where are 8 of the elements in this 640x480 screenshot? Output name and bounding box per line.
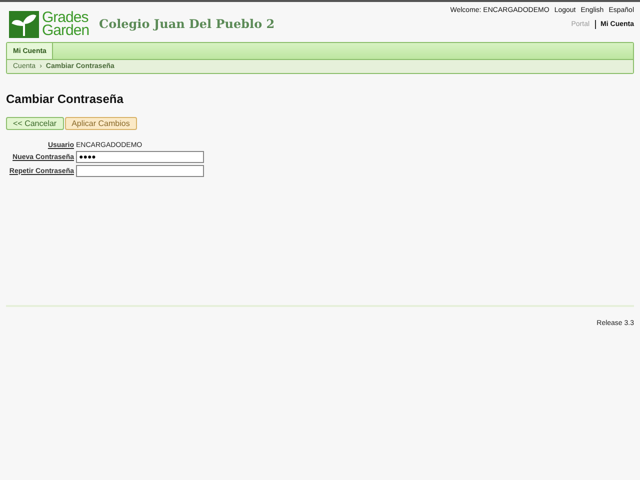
cancel-button[interactable]: << Cancelar xyxy=(6,117,64,130)
logo-text: Garden xyxy=(42,24,90,37)
logo-text: Grades xyxy=(42,11,88,24)
apply-button[interactable]: Aplicar Cambios xyxy=(64,117,137,130)
logo-icon xyxy=(9,10,39,38)
page-title: Cambiar Contraseña xyxy=(6,92,124,106)
school-name: Colegio Juan Del Pueblo 2 xyxy=(99,17,275,31)
password-field[interactable] xyxy=(76,165,204,177)
